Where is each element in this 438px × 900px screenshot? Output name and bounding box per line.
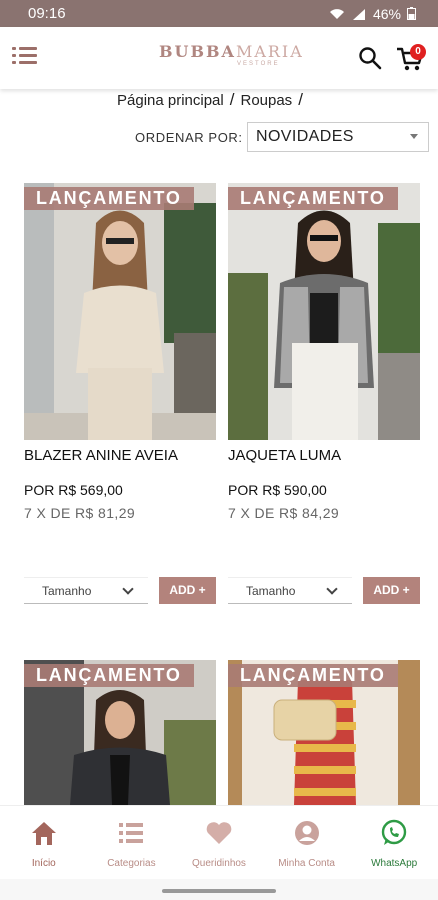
search-icon[interactable] [358, 46, 382, 70]
product-photo [24, 183, 216, 440]
nav-item-inicio[interactable]: Início [0, 806, 88, 879]
launch-badge: LANÇAMENTO [24, 187, 194, 210]
breadcrumb-roupas-link[interactable]: Roupas [240, 92, 292, 110]
dropdown-caret-icon [410, 134, 418, 139]
size-select[interactable]: Tamanho [24, 577, 148, 604]
status-bar: 09:16 46% [0, 0, 438, 27]
menu-icon[interactable] [12, 45, 38, 67]
add-to-cart-button[interactable]: ADD + [363, 577, 420, 604]
heart-icon [206, 822, 232, 844]
sort-label: ORDENAR POR: [135, 130, 243, 145]
cart-button[interactable]: 0 [396, 44, 426, 72]
nav-label: Minha Conta [278, 858, 335, 869]
chevron-down-icon [326, 583, 338, 595]
home-indicator[interactable] [162, 889, 276, 893]
product-image[interactable]: LANÇAMENTO [228, 660, 420, 805]
product-name[interactable]: JAQUETA LUMA [228, 447, 341, 464]
product-card: LANÇAMENTO [228, 660, 420, 805]
product-image[interactable]: LANÇAMENTO [24, 660, 216, 805]
size-placeholder: Tamanho [42, 584, 92, 598]
whatsapp-icon [381, 819, 407, 845]
wifi-icon [329, 8, 344, 19]
size-placeholder: Tamanho [246, 584, 296, 598]
home-icon [31, 822, 56, 845]
product-installments: 7 X DE R$ 81,29 [24, 505, 136, 521]
logo-text-maria: MARIA [235, 42, 304, 61]
product-price: POR R$ 569,00 [24, 482, 123, 498]
launch-badge: LANÇAMENTO [228, 664, 398, 687]
breadcrumb-separator: / [229, 90, 235, 109]
product-installments: 7 X DE R$ 84,29 [228, 505, 340, 521]
logo-text-bubba: BUBBA [159, 42, 236, 61]
user-icon [294, 821, 319, 845]
product-card: LANÇAMENTO JAQUETA LUMA POR R$ 590,00 7 … [228, 183, 420, 604]
product-photo [228, 183, 420, 440]
size-select[interactable]: Tamanho [228, 577, 352, 604]
system-home-bar [0, 879, 438, 900]
signal-icon [352, 8, 365, 20]
app-screen: 09:16 46% BUBBA MARIA VESTORE 0 Página p… [0, 0, 438, 900]
launch-badge: LANÇAMENTO [228, 187, 398, 210]
nav-label: WhatsApp [371, 858, 418, 869]
bottom-navigation: Início Categorias Queridinhos Minha Cont… [0, 805, 438, 879]
product-card: LANÇAMENTO [24, 660, 216, 805]
nav-item-queridinhos[interactable]: Queridinhos [175, 806, 263, 879]
brand-logo[interactable]: BUBBA MARIA VESTORE [159, 42, 302, 72]
product-price: POR R$ 590,00 [228, 482, 327, 498]
breadcrumb-separator: / [298, 90, 303, 109]
product-name[interactable]: BLAZER ANINE AVEIA [24, 447, 178, 464]
add-to-cart-button[interactable]: ADD + [159, 577, 216, 604]
product-card: LANÇAMENTO BLAZER ANINE AVEIA POR R$ 569… [24, 183, 216, 604]
product-image[interactable]: LANÇAMENTO [228, 183, 420, 440]
list-icon [119, 823, 144, 843]
breadcrumb: Página principal / Roupas / [117, 90, 303, 110]
cart-count-badge: 0 [410, 44, 426, 60]
breadcrumb-home-link[interactable]: Página principal [117, 92, 224, 110]
launch-badge: LANÇAMENTO [24, 664, 194, 687]
nav-item-whatsapp[interactable]: WhatsApp [350, 806, 438, 879]
battery-percent: 46% [372, 5, 401, 22]
app-header: BUBBA MARIA VESTORE 0 [0, 27, 438, 89]
product-image[interactable]: LANÇAMENTO [24, 183, 216, 440]
nav-label: Categorias [107, 858, 156, 869]
status-right: 46% [329, 6, 416, 22]
nav-label: Início [31, 858, 56, 869]
logo-subtext: VESTORE [237, 61, 280, 67]
sort-select[interactable]: NOVIDADES [247, 122, 429, 152]
chevron-down-icon [122, 583, 134, 595]
battery-icon [407, 7, 416, 20]
nav-item-minha-conta[interactable]: Minha Conta [263, 806, 351, 879]
sort-value: NOVIDADES [256, 128, 354, 145]
nav-label: Queridinhos [192, 858, 246, 869]
nav-item-categorias[interactable]: Categorias [88, 806, 176, 879]
status-time: 09:16 [28, 5, 66, 22]
